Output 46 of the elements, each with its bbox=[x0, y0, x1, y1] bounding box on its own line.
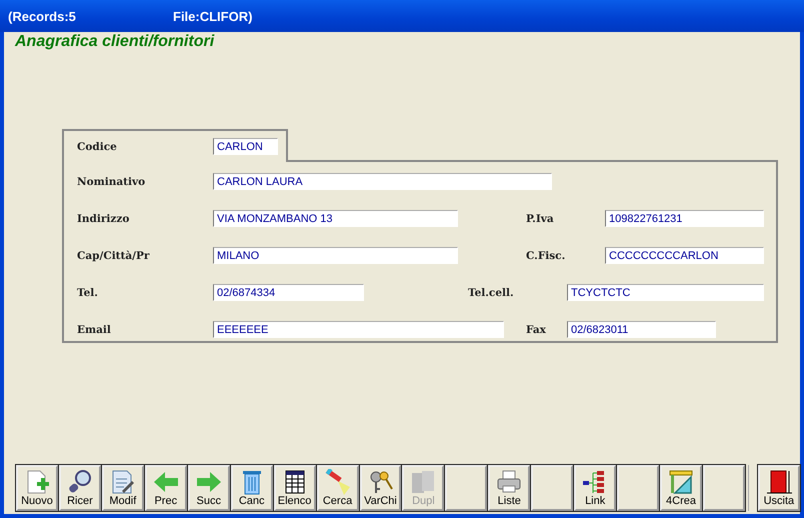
input-field[interactable]: MILANO bbox=[213, 247, 458, 264]
form-heading: Anagrafica clienti/fornitori bbox=[15, 33, 216, 51]
toolbar-button[interactable]: Link bbox=[574, 465, 616, 511]
field-label: Indirizzo bbox=[77, 212, 130, 224]
toolbar-button[interactable]: Elenco bbox=[274, 465, 316, 511]
input-field[interactable]: VIA MONZAMBANO 13 bbox=[213, 210, 458, 227]
toolbar-button[interactable]: Liste bbox=[488, 465, 530, 511]
input-field[interactable]: 02/6823011 bbox=[567, 321, 716, 338]
field-label: Tel. bbox=[77, 286, 99, 298]
left-arrow-icon bbox=[152, 469, 180, 495]
input-field[interactable]: CARLON LAURA bbox=[213, 173, 552, 190]
toolbar-button[interactable]: Modif bbox=[102, 465, 144, 511]
input-field[interactable]: EEEEEEE bbox=[213, 321, 504, 338]
empty-button[interactable] bbox=[703, 465, 745, 511]
right-arrow-icon bbox=[194, 469, 223, 495]
printer-icon bbox=[495, 469, 524, 495]
toolbar-button[interactable]: 4Crea bbox=[660, 465, 702, 511]
file-name: File:CLIFOR) bbox=[173, 8, 252, 24]
code-field[interactable]: CARLON bbox=[213, 138, 278, 155]
field-label: Fax bbox=[526, 324, 547, 336]
toolbar-button[interactable]: VarChi bbox=[360, 465, 402, 511]
toolbar-button[interactable]: Cerca bbox=[316, 465, 358, 511]
toolbar-button[interactable]: Ricer bbox=[58, 465, 101, 511]
field-label: Email bbox=[77, 324, 112, 336]
field-label: Cap/Città/Pr bbox=[77, 250, 150, 262]
input-field[interactable]: CCCCCCCCCARLON bbox=[605, 247, 764, 264]
input-field[interactable]: 109822761231 bbox=[605, 210, 764, 227]
field-label: C.Fisc. bbox=[526, 250, 566, 262]
field-label: Codice bbox=[77, 140, 118, 152]
door-icon bbox=[764, 469, 793, 495]
toolbar-button[interactable]: Uscita bbox=[758, 465, 800, 511]
toolbar-button[interactable]: Nuovo bbox=[16, 465, 58, 511]
flashlight-icon bbox=[324, 469, 352, 495]
records-count: (Records:5 bbox=[8, 8, 77, 24]
empty-button[interactable] bbox=[531, 465, 574, 511]
set-square-icon bbox=[667, 469, 696, 495]
toolbar-button[interactable]: Succ bbox=[188, 465, 230, 511]
input-field[interactable]: TCYCTCTC bbox=[567, 284, 764, 301]
field-label: Tel.cell. bbox=[468, 286, 515, 298]
empty-button[interactable] bbox=[445, 465, 488, 511]
empty-button[interactable] bbox=[617, 465, 660, 511]
toolbar-button[interactable]: Prec bbox=[144, 465, 187, 511]
toolbar-button[interactable]: Canc bbox=[230, 465, 273, 511]
field-label: Nominativo bbox=[77, 176, 146, 188]
field-label: P.Iva bbox=[526, 212, 555, 224]
input-field[interactable]: 02/6874334 bbox=[213, 284, 364, 301]
